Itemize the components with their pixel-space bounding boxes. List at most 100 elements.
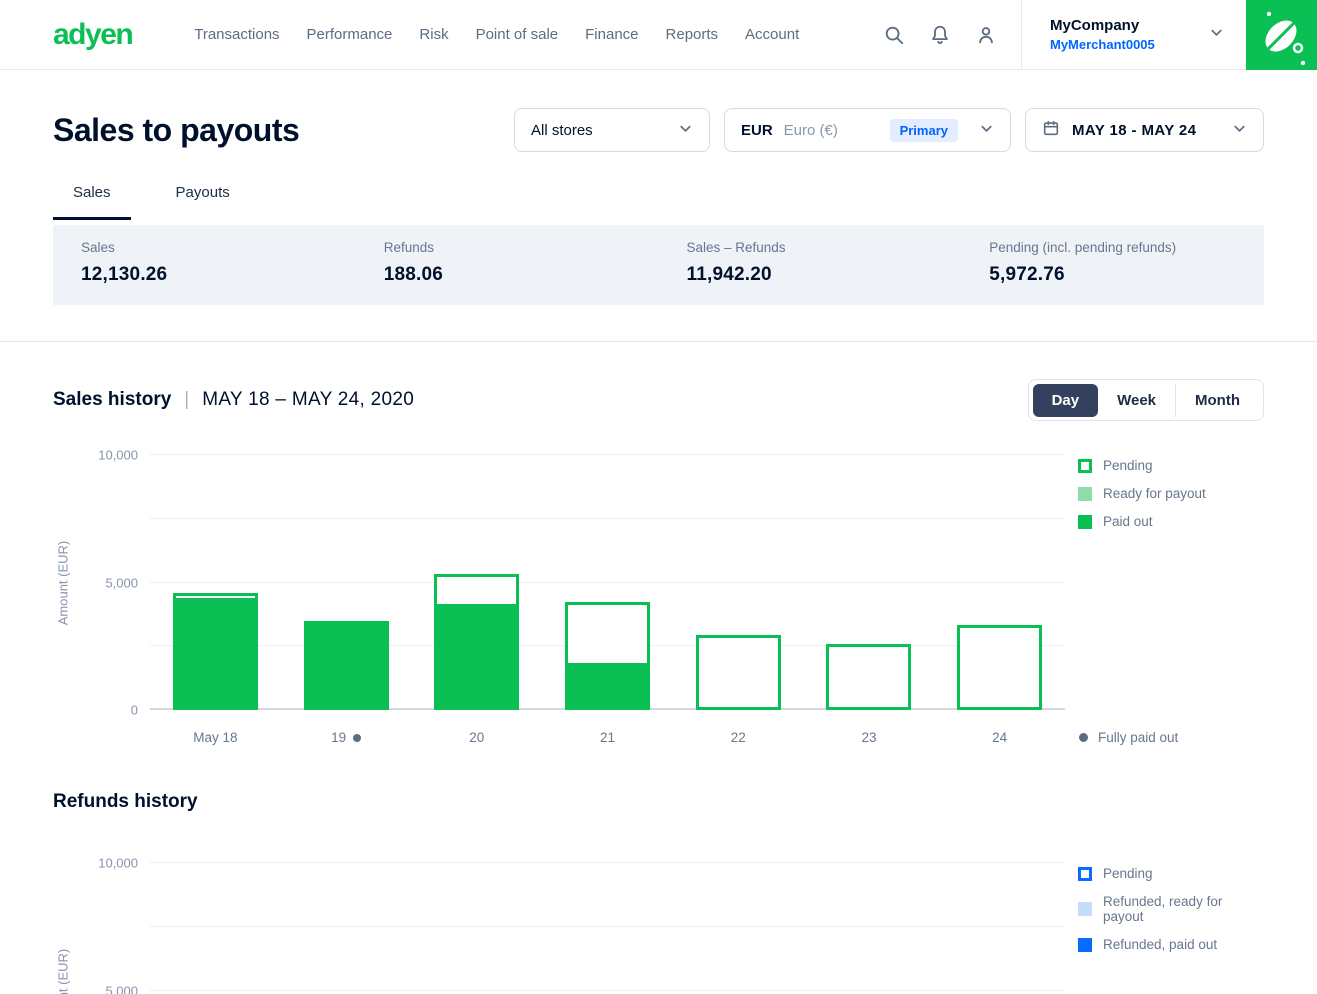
stat-refunds: Refunds188.06 (356, 225, 659, 305)
refunds-history-section: Refunds history Amount (EUR) 05,00010,00… (0, 791, 1317, 994)
x-label-22: 22 (673, 730, 804, 745)
refunds-plot (150, 863, 1065, 994)
y-tick-label: 0 (131, 703, 138, 718)
bar-segment-pending (565, 602, 650, 666)
merchant-leaf-logo (1246, 0, 1317, 70)
bar-21[interactable] (542, 455, 673, 710)
bar-19[interactable] (281, 455, 412, 710)
granularity-toggle: DayWeekMonth (1028, 379, 1264, 421)
adyen-logo[interactable]: adyen (53, 18, 132, 52)
y-tick-label: 10,000 (98, 448, 138, 463)
stat-value: 12,130.26 (81, 264, 356, 286)
refunds-chart: Amount (EUR) 05,00010,000 Pending Refunde… (53, 863, 1264, 994)
x-label-19: 19 (281, 730, 412, 745)
bar-segment-paid (304, 621, 389, 710)
chevron-down-icon (1209, 25, 1224, 45)
bar-23[interactable] (804, 455, 935, 710)
x-label-text: 19 (331, 730, 346, 745)
bar-may-18[interactable] (150, 455, 281, 710)
date-range-selector[interactable]: MAY 18 - MAY 24 (1025, 108, 1264, 152)
legend-item-refunded-ready-for-payout: Refunded, ready for payout (1078, 894, 1264, 924)
gridline (150, 926, 1065, 927)
currency-selector[interactable]: EUR Euro (€) Primary (724, 108, 1011, 152)
bar-segment-paid (173, 601, 258, 710)
bar-22[interactable] (673, 455, 804, 710)
store-selector-value: All stores (531, 122, 593, 139)
title-row: Sales to payouts All stores EUR Euro (€)… (0, 70, 1317, 152)
nav-item-risk[interactable]: Risk (419, 26, 448, 43)
tab-sales[interactable]: Sales (53, 184, 131, 220)
nav-item-reports[interactable]: Reports (666, 26, 719, 43)
top-bar: adyen Transactions Performance Risk Point o… (0, 0, 1317, 70)
bar-20[interactable] (411, 455, 542, 710)
tab-payouts[interactable]: Payouts (156, 184, 250, 220)
legend-label: Pending (1103, 458, 1153, 473)
stat-label: Sales – Refunds (687, 240, 962, 255)
x-labels: May 18192021222324 (150, 710, 1065, 745)
toggle-day[interactable]: Day (1033, 384, 1099, 417)
fully-paid-dot-icon (1079, 733, 1088, 742)
bars-layer (150, 455, 1065, 710)
account-switcher[interactable]: MyCompany MyMerchant0005 (1022, 17, 1246, 52)
sales-legend: Pending Ready for payout Paid out (1065, 455, 1264, 710)
stat-value: 11,942.20 (687, 264, 962, 286)
gridline (150, 990, 1065, 991)
bar-segment-pending (696, 635, 781, 710)
store-selector[interactable]: All stores (514, 108, 710, 152)
gridline (150, 862, 1065, 863)
y-axis-label: Amount (EUR) (56, 540, 71, 625)
merchant-account: MyMerchant0005 (1050, 37, 1155, 52)
legend-label: Refunded, ready for payout (1103, 894, 1264, 924)
chevron-down-icon (678, 121, 693, 140)
x-label-text: 24 (992, 730, 1007, 745)
legend-swatch-icon (1078, 902, 1092, 916)
refunds-axis: Amount (EUR) 05,00010,000 (53, 863, 150, 994)
sales-plot (150, 455, 1065, 710)
fully-paid-out-legend: Fully paid out (1065, 710, 1264, 745)
x-label-may-18: May 18 (150, 730, 281, 745)
toggle-month[interactable]: Month (1175, 384, 1259, 417)
refunds-history-title: Refunds history (53, 791, 198, 813)
bar-segment-pending (826, 644, 911, 710)
nav-item-point-of-sale[interactable]: Point of sale (476, 26, 559, 43)
nav-item-finance[interactable]: Finance (585, 26, 638, 43)
bar-segment-paid (434, 607, 519, 710)
stat-label: Sales (81, 240, 356, 255)
stats-band: Sales12,130.26Refunds188.06Sales – Refun… (53, 225, 1264, 305)
x-label-21: 21 (542, 730, 673, 745)
y-tick-label: 5,000 (105, 983, 138, 994)
search-icon[interactable] (883, 24, 905, 46)
legend-swatch-icon (1078, 867, 1092, 881)
stat-value: 5,972.76 (989, 264, 1264, 286)
legend-swatch-icon (1078, 515, 1092, 529)
legend-label: Paid out (1103, 514, 1153, 529)
x-label-text: 22 (731, 730, 746, 745)
sales-history-title: Sales history (53, 389, 171, 411)
notifications-bell-icon[interactable] (929, 24, 951, 46)
x-axis-row: May 18192021222324 Fully paid out (53, 710, 1264, 745)
calendar-icon (1042, 119, 1060, 141)
y-tick-label: 5,000 (105, 575, 138, 590)
stat-value: 188.06 (384, 264, 659, 286)
sales-history-header: Sales history | MAY 18 – MAY 24, 2020 Da… (53, 379, 1264, 421)
bar-segment-paid (565, 666, 650, 710)
nav-item-transactions[interactable]: Transactions (194, 26, 279, 43)
bar-segment-pending (434, 574, 519, 607)
stat-sales-refunds: Sales – Refunds 11,942.20 (659, 225, 962, 305)
legend-swatch-icon (1078, 487, 1092, 501)
nav-item-performance[interactable]: Performance (307, 26, 393, 43)
main-nav: Transactions Performance Risk Point of sale… (194, 26, 799, 43)
x-label-text: 20 (469, 730, 484, 745)
sales-history-section: Sales history | MAY 18 – MAY 24, 2020 Da… (0, 379, 1317, 745)
nav-item-account[interactable]: Account (745, 26, 799, 43)
legend-item-ready-for-payout: Ready for payout (1078, 486, 1264, 501)
stat-sales: Sales 12,130.26 (53, 225, 356, 305)
date-range-value: MAY 18 - MAY 24 (1072, 122, 1196, 139)
bar-24[interactable] (934, 455, 1065, 710)
toggle-week[interactable]: Week (1098, 384, 1175, 417)
legend-label: Pending (1103, 866, 1153, 881)
refunds-legend: PendingRefunded, ready for payoutRefunde… (1065, 863, 1264, 994)
fully-paid-out-label: Fully paid out (1098, 730, 1178, 745)
page-title: Sales to payouts (53, 110, 299, 150)
user-icon[interactable] (975, 24, 997, 46)
